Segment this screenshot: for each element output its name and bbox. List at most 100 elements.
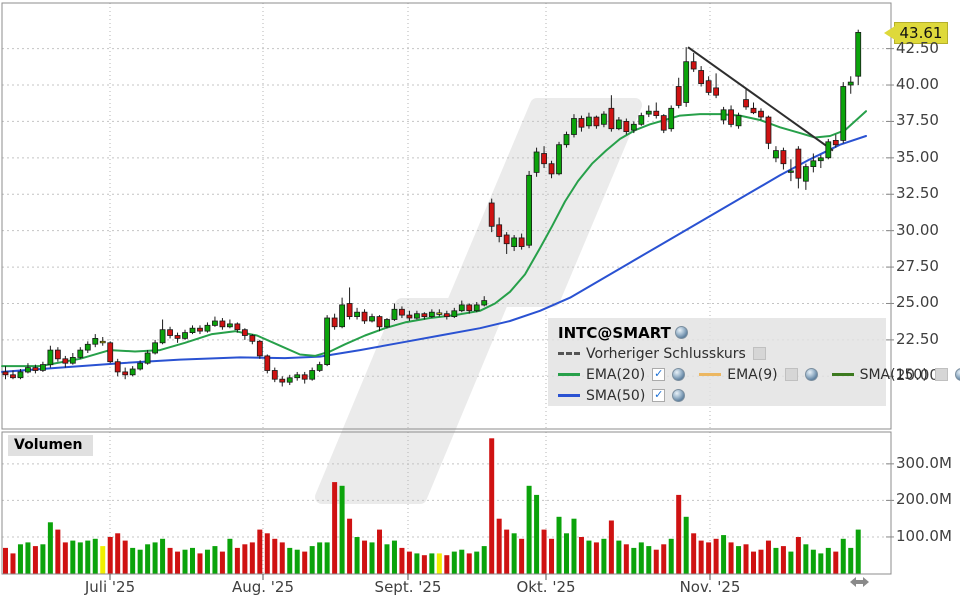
candle xyxy=(183,333,188,339)
volume-bar xyxy=(788,552,793,574)
volume-bar xyxy=(729,542,734,573)
volume-bar xyxy=(833,552,838,574)
volume-bar xyxy=(18,544,23,573)
volume-bar xyxy=(437,553,442,573)
month-axis-label: Juli '25 xyxy=(85,578,135,596)
legend-item-ema20: EMA(20) xyxy=(586,367,645,383)
volume-bar xyxy=(601,539,606,574)
globe-icon[interactable] xyxy=(805,368,818,381)
pan-scroll-icon[interactable] xyxy=(849,575,871,591)
price-axis-label: 30.00 xyxy=(896,223,939,238)
candle xyxy=(571,119,576,135)
volume-bar xyxy=(489,438,494,573)
ema9-checkbox[interactable] xyxy=(785,368,798,381)
globe-icon[interactable] xyxy=(672,368,685,381)
candle xyxy=(392,309,397,319)
month-axis-label: Aug. '25 xyxy=(232,578,294,596)
ema20-checkbox[interactable]: ✓ xyxy=(652,368,665,381)
volume-bar xyxy=(355,537,360,574)
globe-icon[interactable] xyxy=(675,326,688,339)
candle xyxy=(833,140,838,144)
volume-bar xyxy=(250,542,255,573)
candle xyxy=(115,362,120,372)
candle xyxy=(676,87,681,106)
volume-bar xyxy=(803,544,808,573)
volume-bar xyxy=(70,541,75,574)
volume-bar xyxy=(85,541,90,574)
candle xyxy=(803,167,808,182)
last-price-flag-pointer xyxy=(884,26,895,40)
volume-bar xyxy=(714,539,719,574)
candle xyxy=(773,151,778,158)
sma150-checkbox[interactable] xyxy=(935,368,948,381)
volume-bar xyxy=(280,542,285,573)
candle xyxy=(818,158,823,161)
chart-window: 43.61 42.5040.0037.5035.0032.5030.0027.5… xyxy=(0,0,960,600)
globe-icon[interactable] xyxy=(672,389,685,402)
candle xyxy=(691,62,696,69)
candle xyxy=(706,81,711,93)
candle xyxy=(467,305,472,311)
candle xyxy=(564,135,569,145)
candle xyxy=(48,350,53,365)
sma150-swatch-icon xyxy=(832,373,854,376)
candle xyxy=(788,171,793,173)
candle xyxy=(3,372,8,375)
prev-close-checkbox[interactable] xyxy=(753,347,766,360)
volume-bar xyxy=(773,548,778,574)
candle xyxy=(85,344,90,350)
candle xyxy=(744,100,749,107)
candle xyxy=(758,111,763,117)
candle xyxy=(399,309,404,315)
volume-bar xyxy=(669,539,674,574)
candle xyxy=(459,305,464,311)
candle xyxy=(557,145,562,174)
volume-bar xyxy=(302,552,307,574)
sma50-checkbox[interactable]: ✓ xyxy=(652,389,665,402)
chart-canvas[interactable] xyxy=(0,0,960,600)
volume-bar xyxy=(452,552,457,574)
candle xyxy=(512,238,517,247)
volume-bar xyxy=(856,530,861,574)
candle xyxy=(826,142,831,158)
candle xyxy=(669,108,674,128)
volume-bar xyxy=(429,553,434,573)
volume-bar xyxy=(272,539,277,574)
price-axis-label: 42.50 xyxy=(896,41,939,56)
month-axis-label: Sept. '25 xyxy=(375,578,442,596)
volume-bar xyxy=(153,542,158,573)
volume-bar xyxy=(3,548,8,574)
candle xyxy=(714,88,719,95)
candle xyxy=(699,71,704,84)
candle xyxy=(10,375,15,378)
candle xyxy=(661,116,666,131)
volume-bar xyxy=(123,541,128,574)
candle xyxy=(654,111,659,115)
candle xyxy=(429,312,434,316)
candle xyxy=(631,124,636,130)
legend-item-prev-close: Vorheriger Schlusskurs xyxy=(586,346,746,362)
volume-bar xyxy=(160,539,165,574)
volume-bar xyxy=(758,550,763,574)
candle xyxy=(123,372,128,375)
candle xyxy=(796,149,801,178)
candle xyxy=(272,371,277,380)
candle xyxy=(18,372,23,378)
volume-bar xyxy=(736,546,741,573)
volume-panel-title: Volumen xyxy=(8,435,93,456)
candle xyxy=(63,359,68,363)
volume-bar xyxy=(325,542,330,573)
volume-bar xyxy=(684,517,689,574)
candle xyxy=(265,356,270,371)
volume-bar xyxy=(78,542,83,573)
volume-bar xyxy=(100,546,105,573)
candle xyxy=(227,324,232,327)
candle xyxy=(332,318,337,327)
volume-bar xyxy=(594,542,599,573)
candle xyxy=(437,313,442,315)
candle xyxy=(370,317,375,321)
price-axis-label: 35.00 xyxy=(896,150,939,165)
volume-bar xyxy=(384,544,389,573)
volume-bar xyxy=(220,552,225,574)
volume-bar xyxy=(766,541,771,574)
